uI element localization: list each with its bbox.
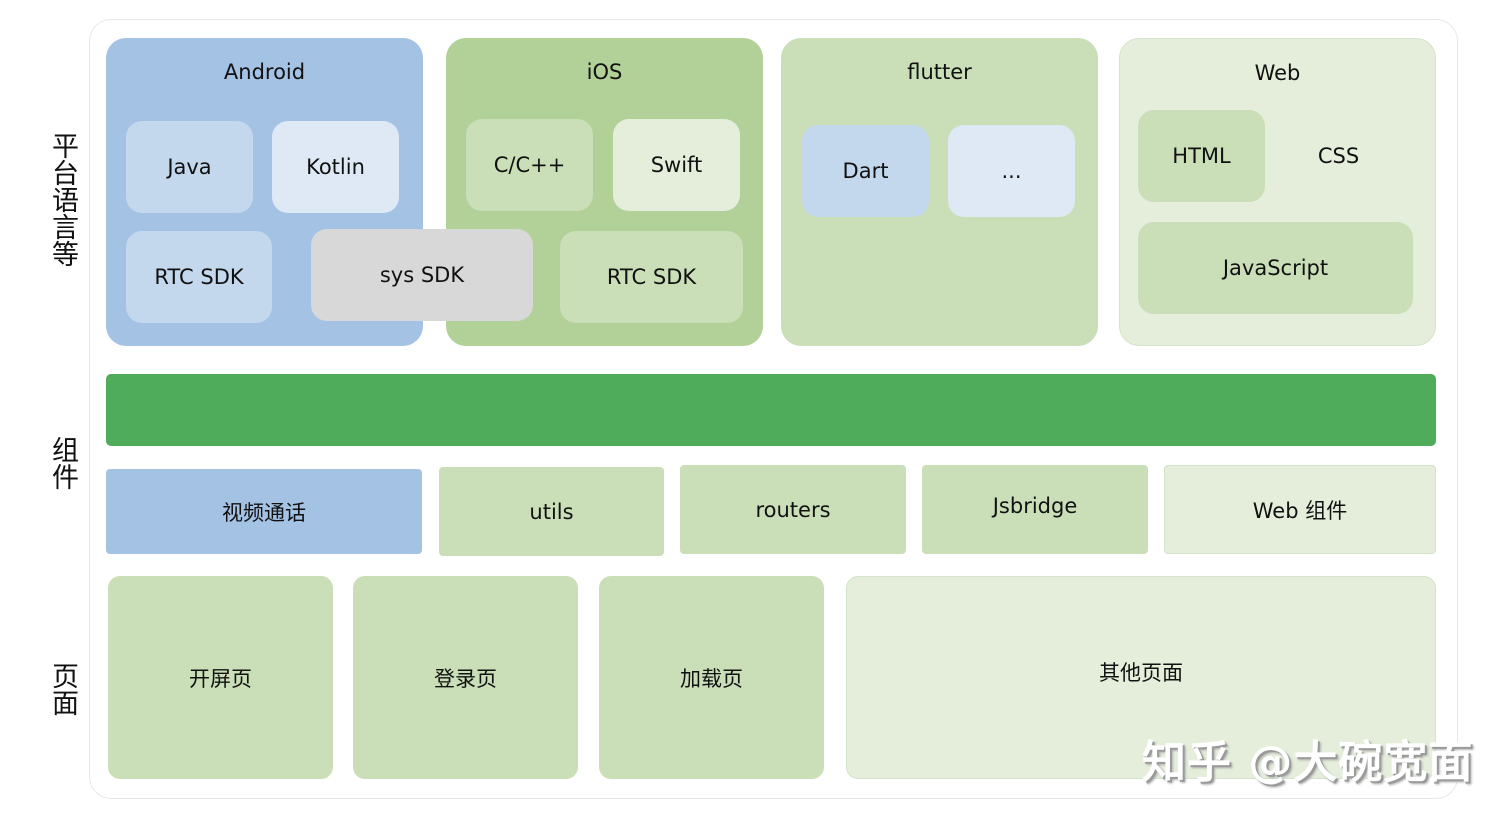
ios-c-cpp: C/C++ [466, 119, 593, 211]
android-java: Java [126, 121, 253, 213]
android-java-label: Java [167, 155, 212, 179]
web-html-label: HTML [1172, 144, 1231, 168]
android-rtc-sdk: RTC SDK [126, 231, 272, 323]
ios-swift: Swift [613, 119, 740, 211]
flutter-dart-label: Dart [842, 159, 889, 183]
component-routers-label: routers [755, 497, 831, 522]
page-others-label: 其他页面 [1099, 660, 1183, 685]
sys-sdk: sys SDK [311, 229, 533, 321]
flutter-more: ... [948, 125, 1075, 217]
sys-sdk-label: sys SDK [379, 263, 465, 287]
component-routers: routers [680, 465, 906, 554]
component-video-call: 视频通话 [106, 469, 422, 554]
row-label-components: 组件 [47, 436, 78, 490]
web-css: CSS [1275, 110, 1402, 202]
page-splash: 开屏页 [108, 576, 333, 779]
component-web-label: Web 组件 [1252, 498, 1348, 523]
row-label-platform: 平台语言等 [47, 132, 78, 267]
page-login: 登录页 [353, 576, 578, 779]
web-css-label: CSS [1317, 144, 1360, 168]
component-jsbridge: Jsbridge [922, 465, 1148, 554]
platform-web-title: Web [1254, 61, 1301, 85]
page-loading: 加载页 [599, 576, 824, 779]
component-layer-bar [106, 374, 1436, 446]
ios-rtc-sdk-label: RTC SDK [606, 265, 697, 289]
web-html: HTML [1138, 110, 1265, 202]
ios-c-cpp-label: C/C++ [493, 153, 566, 177]
page-loading-label: 加载页 [680, 666, 743, 691]
web-javascript-label: JavaScript [1222, 256, 1329, 280]
page-login-label: 登录页 [434, 666, 497, 691]
flutter-more-label: ... [1001, 159, 1022, 183]
flutter-dart: Dart [802, 125, 929, 217]
component-video-call-label: 视频通话 [222, 500, 306, 525]
row-label-pages: 页面 [47, 662, 78, 716]
component-utils-label: utils [529, 499, 574, 524]
platform-ios-title: iOS [586, 60, 623, 84]
page-splash-label: 开屏页 [189, 666, 252, 691]
ios-rtc-sdk: RTC SDK [560, 231, 743, 323]
web-javascript: JavaScript [1138, 222, 1413, 314]
component-utils: utils [439, 467, 664, 556]
android-kotlin: Kotlin [272, 121, 399, 213]
platform-android-title: Android [223, 60, 306, 84]
ios-swift-label: Swift [650, 153, 703, 177]
watermark: 知乎 @大碗宽面 [1142, 737, 1474, 788]
platform-flutter-title: flutter [907, 60, 972, 84]
android-kotlin-label: Kotlin [306, 155, 365, 179]
android-rtc-sdk-label: RTC SDK [154, 265, 244, 289]
component-jsbridge-label: Jsbridge [992, 493, 1078, 518]
component-web: Web 组件 [1164, 465, 1436, 554]
